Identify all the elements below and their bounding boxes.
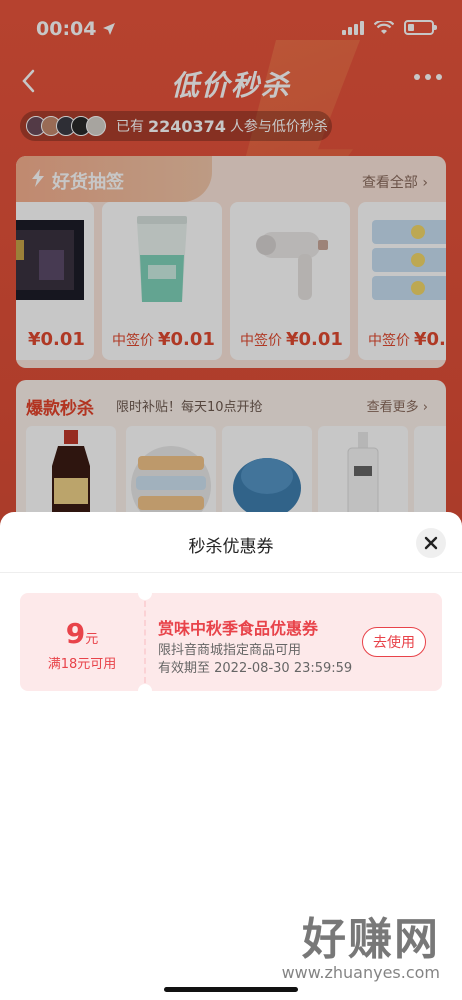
coupon-threshold: 满18元可用 [47,657,117,672]
close-button[interactable] [416,528,446,558]
coupon-scope: 限抖音商城指定商品可用 [158,643,302,658]
watermark-text: 好赚网 [302,914,440,965]
coupon-bottom-sheet: 秒杀优惠券 9元 满18元可用 赏味中秋季食品优惠券 限抖音商城指定商品可用 有… [0,512,462,1000]
watermark-url: www.zhuanyes.com [281,963,440,982]
sheet-title: 秒杀优惠券 [188,537,274,557]
coupon-expiry: 有效期至 2022-08-30 23:59:59 [158,661,353,676]
divider [0,572,462,573]
coupon-name: 赏味中秋季食品优惠券 [158,619,319,638]
coupon-amount-row: 9元 [20,617,144,650]
close-icon [424,536,438,550]
coupon-separator [144,601,146,683]
use-coupon-button[interactable]: 去使用 [362,627,426,657]
coupon-notch [138,586,152,600]
coupon-value-section: 9元 满18元可用 [20,593,144,691]
coupon-amount: 9 [65,617,86,650]
coupon-notch [138,684,152,698]
coupon-card: 9元 满18元可用 赏味中秋季食品优惠券 限抖音商城指定商品可用 有效期至 20… [20,586,442,698]
watermark: 好赚网 www.zhuanyes.com [282,903,440,982]
home-indicator[interactable] [164,987,298,992]
coupon-unit: 元 [85,632,99,647]
